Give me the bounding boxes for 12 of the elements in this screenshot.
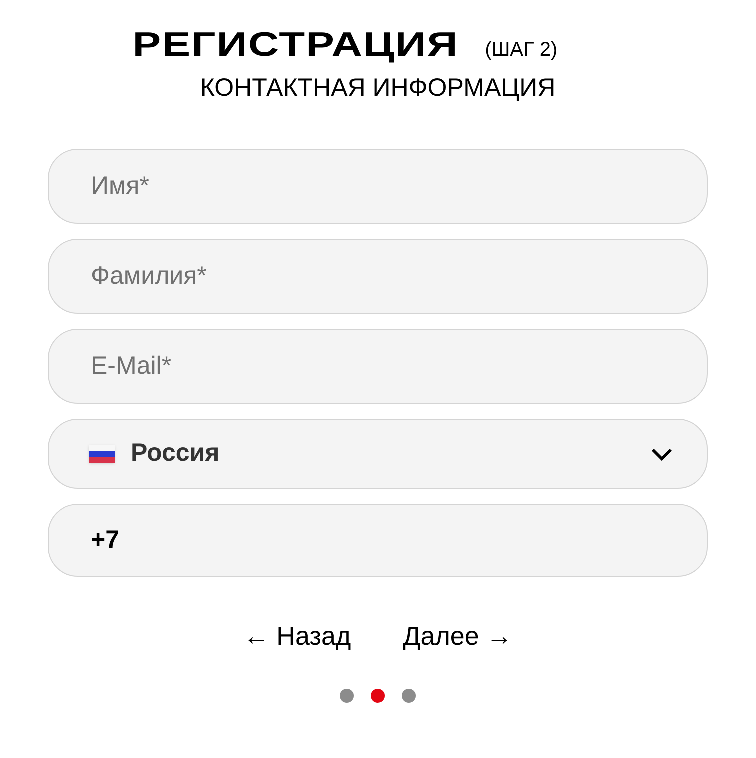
next-link[interactable]: Далее → bbox=[403, 617, 513, 656]
page-subtitle: КОНТАКТНАЯ ИНФОРМАЦИЯ bbox=[200, 76, 556, 101]
step-label: (ШАГ 2) bbox=[485, 40, 558, 60]
input-field[interactable]: Фамилия* bbox=[48, 239, 708, 314]
back-link[interactable]: ← Назад bbox=[243, 617, 352, 656]
chevron-down-icon bbox=[651, 448, 673, 460]
page-title: РЕГИСТРАЦИЯ bbox=[133, 28, 460, 62]
country-select[interactable]: Россия bbox=[48, 419, 708, 489]
input-field[interactable]: E-Mail* bbox=[48, 329, 708, 404]
flag-icon bbox=[89, 445, 115, 463]
phone-field[interactable]: +7 bbox=[48, 504, 708, 577]
input-field[interactable]: Имя* bbox=[48, 149, 708, 224]
